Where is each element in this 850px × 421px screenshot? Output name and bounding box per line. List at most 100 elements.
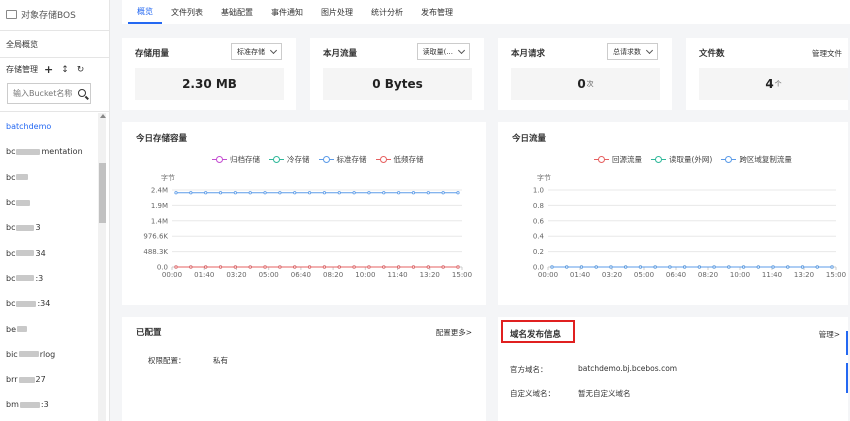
divider: [0, 30, 110, 31]
x-tick-label: 15:00: [826, 271, 846, 279]
bucket-item[interactable]: brr 27: [0, 367, 97, 392]
data-point: [307, 191, 312, 195]
data-point: [550, 265, 554, 269]
bucket-list: batchdemo bc mentation bc bc bc 3 bc 34 bc:…: [0, 114, 97, 418]
divider: [0, 57, 110, 58]
domain-panel: 域名发布信息 管理> 官方域名： batchdemo.bj.bcebos.com…: [498, 317, 848, 421]
tab-statistics[interactable]: 统计分析: [362, 0, 412, 24]
request-type-select[interactable]: 总请求数: [607, 43, 658, 60]
sort-icon[interactable]: ↕: [61, 65, 69, 74]
bucket-item[interactable]: bm:3: [0, 392, 97, 417]
data-point: [233, 191, 237, 195]
bucket-item[interactable]: bc: [0, 165, 97, 190]
sidebar-title: 对象存储BOS: [6, 8, 76, 21]
official-domain-label: 官方域名：: [510, 365, 548, 374]
bucket-item[interactable]: bc 3: [0, 215, 97, 240]
x-tick-label: 06:40: [291, 271, 311, 279]
data-point: [712, 265, 716, 269]
x-tick-label: 15:00: [452, 271, 472, 279]
tab-basic-config[interactable]: 基础配置: [212, 0, 262, 24]
add-icon[interactable]: +: [44, 64, 53, 75]
sidebar: 对象存储BOS 全局概览 存储管理 + ↕ ↻ batchdemo bcment…: [0, 0, 110, 421]
card-title: 存储用量: [135, 49, 170, 59]
config-panel: 已配置 配置更多> 权限配置： 私有: [122, 317, 486, 421]
bucket-item[interactable]: bc: [0, 190, 97, 215]
data-point: [594, 265, 598, 269]
bucket-item[interactable]: bc:34: [0, 291, 97, 316]
card-title: 文件数: [699, 49, 725, 59]
data-point: [174, 191, 178, 195]
bucket-item[interactable]: batchdemo: [0, 114, 97, 139]
data-point: [337, 265, 341, 269]
x-tick-label: 01:40: [570, 271, 590, 279]
data-point: [367, 265, 371, 269]
bucket-item[interactable]: bc 34: [0, 240, 97, 265]
data-point: [426, 191, 430, 195]
data-point: [322, 265, 327, 269]
y-tick-label: 488.3K: [143, 248, 168, 256]
bucket-item[interactable]: bc mentation: [0, 139, 97, 164]
monthly-traffic-card: 本月流量 读取量(... 0 Bytes: [310, 38, 484, 110]
bucket-search: [7, 83, 91, 104]
bucket-item[interactable]: bic rlog: [0, 342, 97, 367]
monthly-traffic-value: 0 Bytes: [323, 68, 472, 100]
tab-event-notify[interactable]: 事件通知: [262, 0, 312, 24]
data-point: [233, 265, 237, 269]
x-tick-label: 06:40: [666, 271, 686, 279]
y-tick-label: 976.6K: [143, 233, 168, 241]
tab-image-process[interactable]: 图片处理: [312, 0, 362, 24]
traffic-chart-panel: 今日流量 回源流量 读取量(外网) 跨区域复制流量 字节 0.0 0.2 0.4 0.6…: [498, 122, 848, 305]
traffic-line-chart: 字节0.00.20.40.60.81.000:00 01:40 03:20 05:00…: [533, 173, 846, 279]
data-point: [218, 265, 223, 269]
permission-label: 权限配置：: [148, 356, 186, 365]
bucket-item[interactable]: be: [0, 316, 97, 341]
tab-overview[interactable]: 概览: [128, 0, 162, 24]
data-point: [786, 265, 790, 269]
y-tick-label: 1.4M: [151, 217, 168, 225]
data-point: [830, 265, 834, 269]
x-tick-label: 10:00: [355, 271, 375, 279]
axis-unit-label: 字节: [537, 173, 551, 182]
divider: [0, 111, 110, 112]
bucket-item[interactable]: bc:3: [0, 266, 97, 291]
sidebar-title-text: 对象存储BOS: [21, 11, 76, 21]
config-title: 已配置: [136, 328, 162, 338]
storage-type-select[interactable]: 标准存储: [231, 43, 282, 60]
scrollbar-track[interactable]: [98, 113, 106, 421]
tab-publish[interactable]: 发布管理: [412, 0, 462, 24]
storage-manage-label: 存储管理: [6, 65, 38, 74]
data-point: [411, 265, 416, 269]
data-point: [204, 265, 208, 269]
file-count-value: 4个: [699, 68, 848, 100]
x-tick-label: 10:00: [730, 271, 750, 279]
bucket-search-input[interactable]: [13, 89, 75, 98]
traffic-type-select[interactable]: 读取量(...: [416, 43, 470, 60]
custom-domain-value: 暂无自定义域名: [578, 389, 631, 398]
card-title: 本月流量: [323, 49, 358, 59]
refresh-icon[interactable]: ↻: [77, 65, 85, 74]
domain-title: 域名发布信息: [510, 330, 562, 340]
scrollbar-thumb[interactable]: [99, 163, 106, 223]
custom-domain-label: 自定义域名：: [510, 389, 555, 398]
data-point: [352, 265, 356, 269]
data-point: [278, 191, 282, 195]
sidebar-item-overview[interactable]: 全局概览: [6, 39, 38, 50]
config-more-link[interactable]: 配置更多>: [436, 327, 472, 338]
data-point: [653, 265, 657, 269]
search-icon[interactable]: [78, 89, 86, 97]
data-point: [337, 191, 341, 195]
monthly-requests-value: 0次: [511, 68, 660, 100]
tab-file-list[interactable]: 文件列表: [162, 0, 212, 24]
data-point: [727, 265, 731, 269]
data-point: [352, 191, 356, 195]
y-tick-label: 0.8: [533, 202, 544, 210]
bos-logo-icon: [6, 10, 17, 19]
scroll-up-icon[interactable]: [100, 114, 106, 118]
data-point: [248, 265, 252, 269]
manage-files-link[interactable]: 管理文件: [812, 48, 842, 59]
data-point: [624, 265, 628, 269]
x-tick-label: 00:00: [162, 271, 182, 279]
data-point: [204, 191, 208, 195]
domain-manage-link[interactable]: 管理>: [819, 329, 840, 340]
x-tick-label: 05:00: [634, 271, 654, 279]
